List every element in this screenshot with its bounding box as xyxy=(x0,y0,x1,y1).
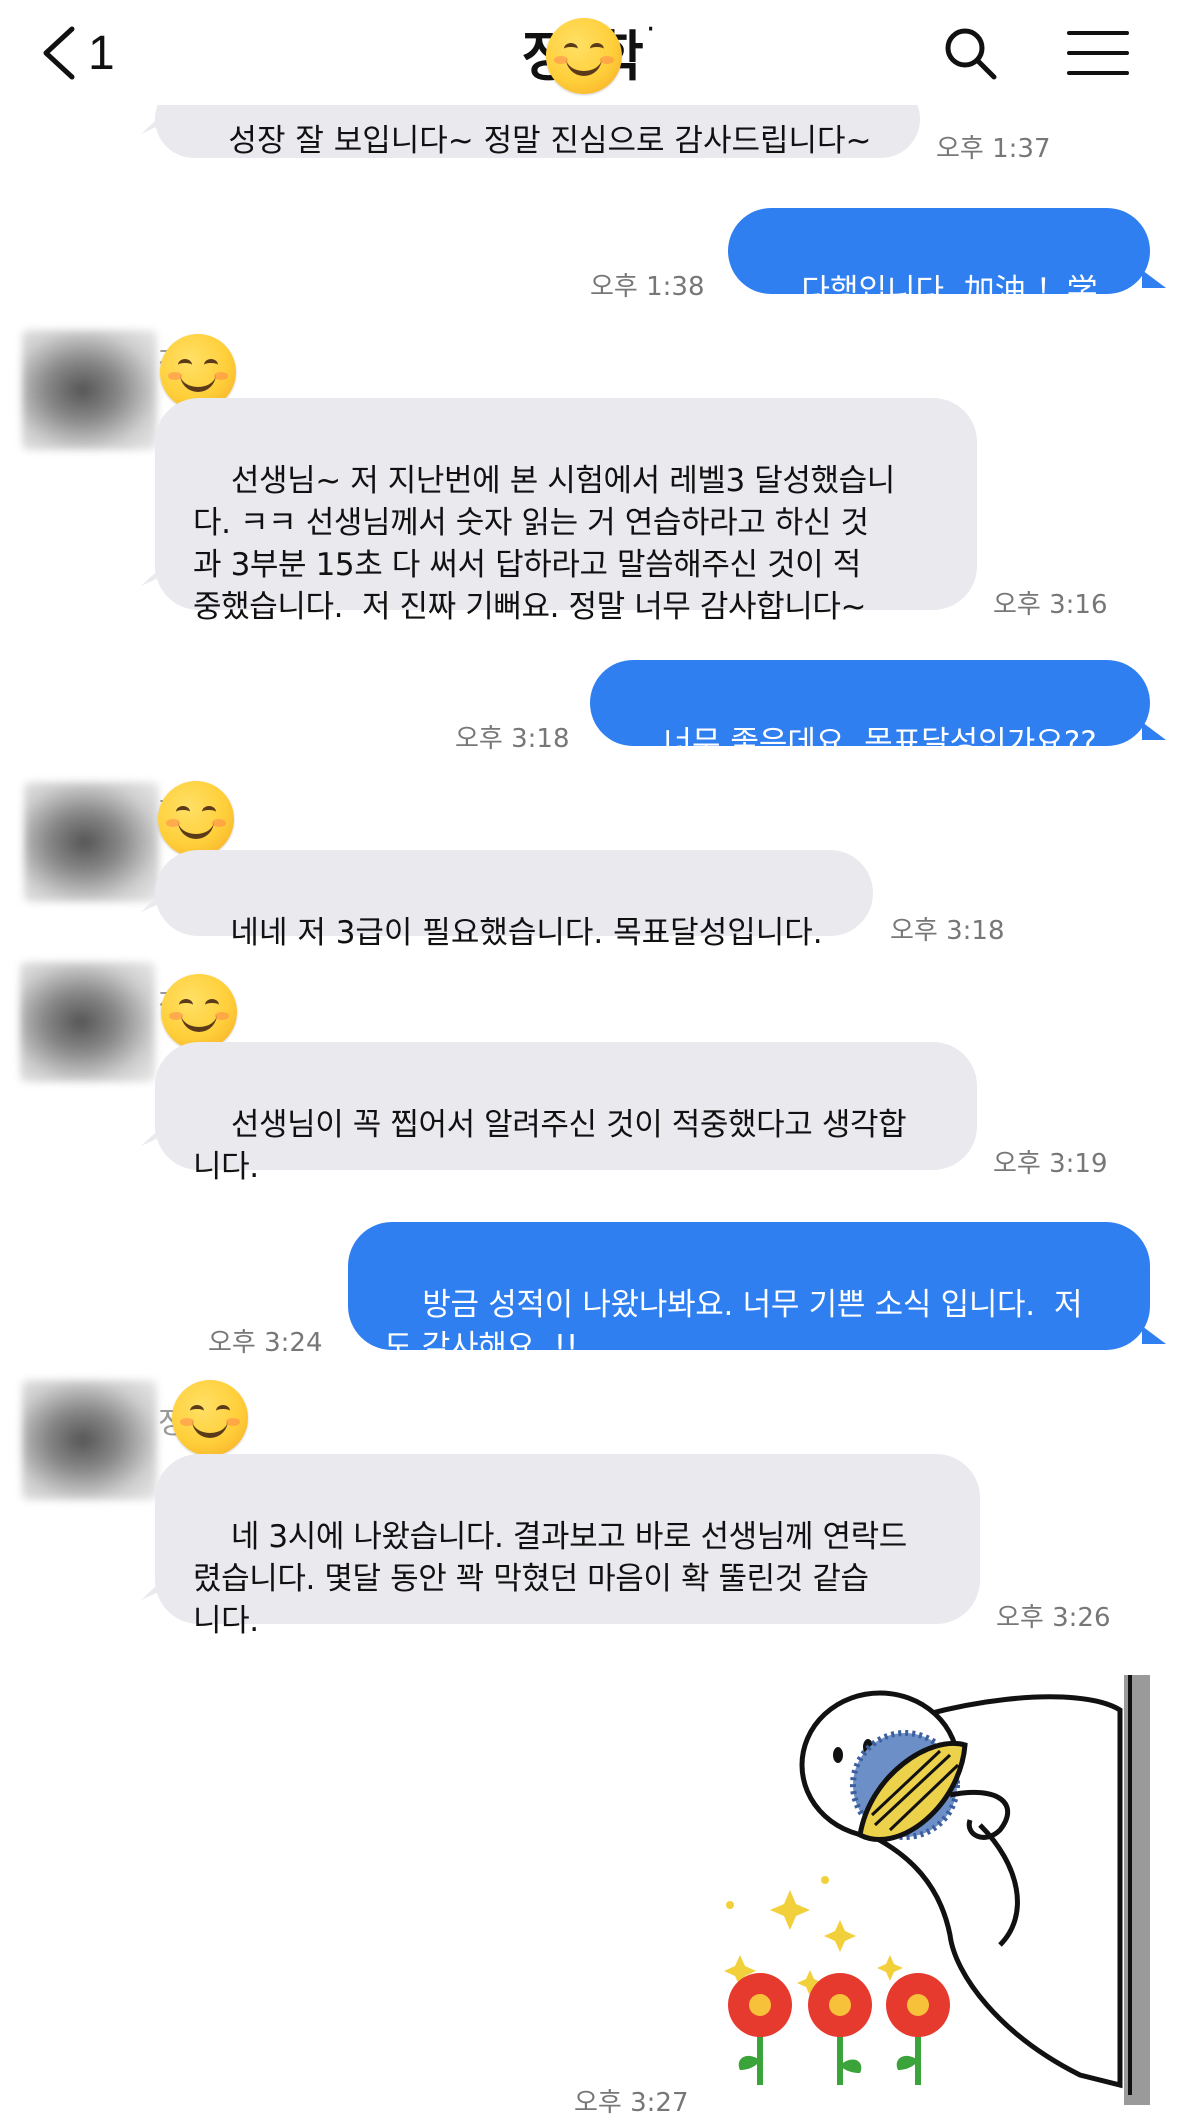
sticker-image xyxy=(724,1675,1150,2105)
message-time: 오후 1:37 xyxy=(936,134,1051,164)
smiley-emoji-icon xyxy=(158,781,234,857)
avatar[interactable] xyxy=(20,962,155,1082)
message-time: 오후 3:24 xyxy=(208,1328,323,1358)
smiley-emoji-icon xyxy=(545,18,622,94)
message-text: 네네 저 3급이 필요했습니다. 목표달성입니다. xyxy=(230,915,823,951)
message-time: 오후 1:38 xyxy=(590,272,705,302)
message-text: 선생님이 꼭 찝어서 알려주신 것이 적중했다고 생각합 니다. xyxy=(193,1107,907,1185)
message-text: 방금 성적이 나왔나봐요. 너무 기쁜 소식 입니다. 저 도 감사해요. !! xyxy=(384,1287,1083,1365)
avatar[interactable] xyxy=(22,330,157,450)
message-bubble-incoming[interactable]: 선생님~ 저 지난번에 본 시험에서 레벨3 달성했습니 다. ㅋㅋ 선생님께서… xyxy=(155,398,977,625)
message-time: 오후 3:19 xyxy=(993,1149,1108,1179)
avatar[interactable] xyxy=(24,782,159,902)
peeking-flower-sticker[interactable] xyxy=(700,1655,1150,2105)
chat-title: 정 학· xyxy=(522,12,658,94)
message-bubble-outgoing[interactable]: 너무 좋은데요. 목표달성인가요?? xyxy=(590,660,1166,761)
chat-title-suffix: · xyxy=(645,12,658,47)
smiley-emoji-icon xyxy=(161,974,237,1050)
message-bubble-incoming[interactable]: 선생님이 꼭 찝어서 알려주신 것이 적중했다고 생각합 니다. xyxy=(155,1042,977,1185)
message-text: 다행입니다. 加油 ！学生 xyxy=(762,273,1098,351)
message-text: 너무 좋은데요. 목표달성인가요?? xyxy=(663,725,1097,761)
message-time: 오후 3:18 xyxy=(455,724,570,754)
message-text: 성장 잘 보입니다~ 정말 진심으로 감사드립니다~ xyxy=(228,123,872,159)
message-bubble-outgoing[interactable]: 방금 성적이 나왔나봐요. 너무 기쁜 소식 입니다. 저 도 감사해요. !! xyxy=(348,1222,1166,1365)
message-text: 네 3시에 나왔습니다. 결과보고 바로 선생님께 연락드 렸습니다. 몇달 동… xyxy=(193,1519,907,1639)
message-time: 오후 3:27 xyxy=(574,2088,689,2118)
message-bubble-incoming[interactable]: 네 3시에 나왔습니다. 결과보고 바로 선생님께 연락드 렸습니다. 몇달 동… xyxy=(155,1454,980,1639)
chat-header: 1 정 학· xyxy=(0,0,1179,105)
message-text: 선생님~ 저 지난번에 본 시험에서 레벨3 달성했습니 다. ㅋㅋ 선생님께서… xyxy=(193,463,895,625)
search-icon xyxy=(945,28,997,80)
menu-button[interactable] xyxy=(1055,18,1140,88)
search-button[interactable] xyxy=(935,18,1005,88)
chat-screen: 1 정 학· 성장 잘 보입니다~ 정말 진심으로 감사드립니다~ 오후 xyxy=(0,0,1179,2121)
smiley-emoji-icon xyxy=(172,1380,248,1456)
message-time: 오후 3:16 xyxy=(993,590,1108,620)
avatar[interactable] xyxy=(22,1380,157,1500)
message-bubble-outgoing[interactable]: 다행입니다. 加油 ！学生 xyxy=(728,208,1166,351)
message-bubble-incoming[interactable]: 네네 저 3급이 필요했습니다. 목표달성입니다. xyxy=(155,850,873,951)
message-time: 오후 3:26 xyxy=(996,1603,1111,1633)
hamburger-menu-icon xyxy=(1066,31,1129,75)
message-time: 오후 3:18 xyxy=(890,916,1005,946)
